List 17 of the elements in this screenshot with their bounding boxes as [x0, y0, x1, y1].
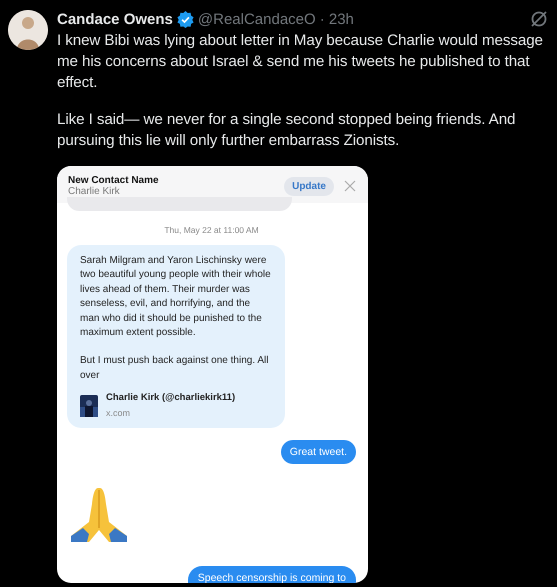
message-text: But I must push back against one thing. All over: [80, 354, 270, 383]
author-handle[interactable]: @RealCandaceO: [198, 10, 316, 28]
contact-title: New Contact Name: [68, 175, 159, 186]
avatar[interactable]: [8, 10, 48, 50]
message-bubble: Speech censorship is coming to: [188, 566, 356, 583]
message-timestamp: Thu, May 22 at 11:00 AM: [163, 225, 260, 235]
message-text: Sarah Milgram and Yaron Lischinsky were two beautiful young people with their whole lives ahead of them. Their murder was senseless, evil, and horrifying, and the man who did it should be punished to the maximum extent possible.: [80, 254, 272, 340]
update-button[interactable]: Update: [284, 176, 334, 196]
link-domain: x.com: [106, 406, 132, 420]
message-bubble: Great tweet.: [280, 440, 356, 464]
post-text: I knew Bibi was lying about letter in May because Charlie would message me his concerns about Israel & send me his tweets he published to that effect.: [57, 31, 544, 93]
author-name[interactable]: Candace Owens: [57, 10, 173, 28]
link-title[interactable]: Charlie Kirk (@charliekirk11): [106, 391, 236, 406]
post-time[interactable]: · 23h: [320, 10, 354, 28]
post-text: Like I said— we never for a single second stopped being friends. And pursuing this lie will only further embarrass Zionists.: [57, 110, 516, 151]
slashed-circle-icon[interactable]: [529, 9, 549, 29]
contact-name: Charlie Kirk: [68, 186, 121, 197]
